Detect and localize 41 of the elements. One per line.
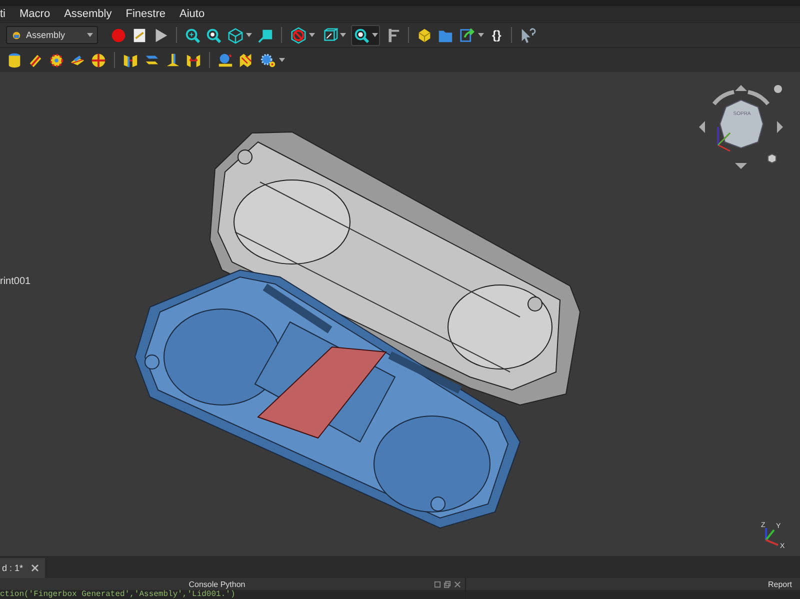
panel-restore-icon[interactable] [444, 580, 451, 588]
panel-title: Console Python [188, 580, 246, 588]
zoom-icon[interactable] [353, 26, 370, 44]
whats-this-icon[interactable] [519, 26, 536, 44]
caret-icon[interactable] [87, 33, 93, 37]
gear-joint-icon[interactable] [48, 52, 65, 68]
export-icon[interactable] [459, 26, 476, 44]
zoom-fit-icon[interactable] [184, 26, 201, 44]
caret-icon[interactable] [279, 58, 285, 62]
caret-icon[interactable] [246, 33, 252, 37]
no-entry-icon[interactable] [290, 26, 307, 44]
caret-icon[interactable] [340, 33, 346, 37]
cube-icon[interactable] [227, 26, 244, 44]
cylinder-icon[interactable] [6, 52, 23, 68]
navigation-cube-drawing[interactable] [699, 85, 783, 169]
zoom-dropdown[interactable] [351, 24, 380, 46]
menu-item[interactable]: ti [0, 8, 6, 20]
menu-item[interactable]: Macro [20, 8, 50, 20]
macro-editor-icon[interactable] [131, 26, 148, 44]
panel-float-icon[interactable] [434, 580, 441, 588]
tree-item-label: rint001 [0, 276, 31, 287]
gears-icon[interactable] [260, 52, 277, 68]
close-icon[interactable] [31, 564, 40, 572]
document-tab[interactable]: d : 1* [0, 558, 46, 578]
menu-item[interactable]: Finestre [126, 8, 166, 20]
braces-button[interactable]: {} [489, 28, 504, 42]
workbench-icon[interactable] [11, 30, 22, 40]
close-icon[interactable] [454, 580, 461, 588]
zoom-selection-icon[interactable] [205, 26, 222, 44]
axis-triad-icon [765, 528, 778, 546]
caret-icon[interactable] [372, 33, 378, 37]
caret-icon[interactable] [478, 33, 484, 37]
cube-icon[interactable] [321, 26, 338, 44]
caret-icon[interactable] [309, 33, 315, 37]
workbench-dropdown[interactable]: Assembly [6, 26, 98, 44]
part-icon[interactable] [416, 26, 433, 44]
menu-item[interactable]: Aiuto [180, 8, 205, 20]
panel-title: Report [766, 580, 793, 588]
console-line: ction('Fingerbox Generated','Assembly','Lid001.') [0, 590, 236, 599]
ball-joint-icon[interactable] [90, 52, 107, 68]
menu-item[interactable]: Assembly [64, 8, 112, 20]
